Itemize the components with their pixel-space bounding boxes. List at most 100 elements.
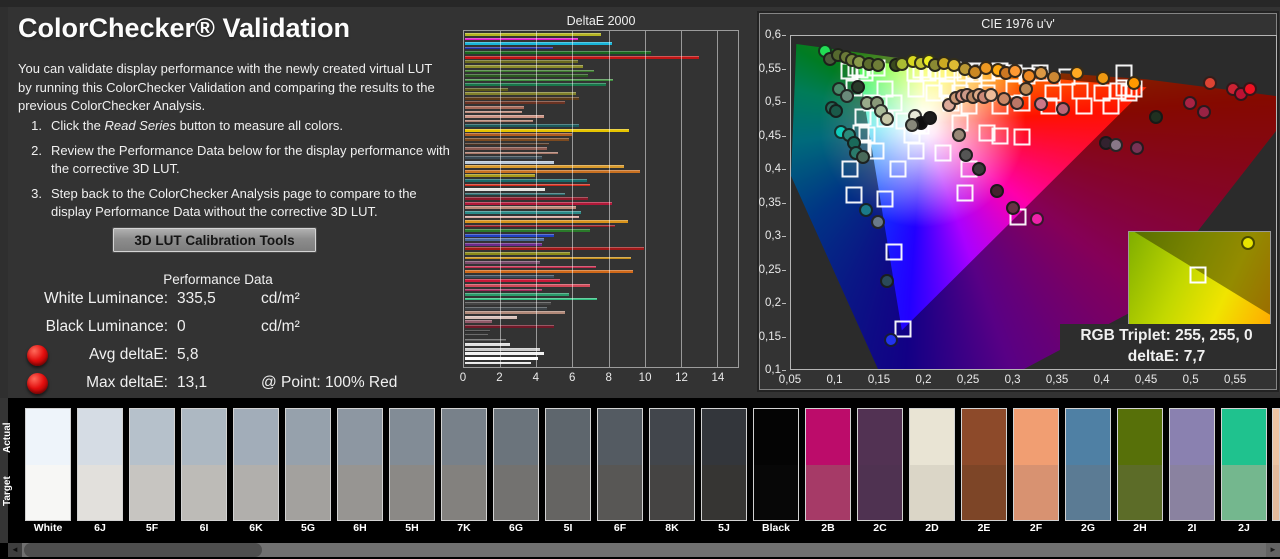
deltae-bar (465, 87, 508, 91)
scrollbar-thumb[interactable] (24, 543, 262, 557)
strip-scrollbar-track[interactable]: ◄ ► (8, 543, 1280, 557)
patch-actual-swatch (390, 409, 434, 465)
color-patch-White[interactable] (25, 408, 71, 521)
color-patch-2D[interactable] (909, 408, 955, 521)
scroll-right-arrow[interactable]: ► (1266, 543, 1280, 557)
deltae-x-tick-label: 8 (605, 372, 612, 384)
color-patch-2F[interactable] (1013, 408, 1059, 521)
color-patch-partial[interactable] (1272, 408, 1280, 521)
color-patch-8K[interactable] (649, 408, 695, 521)
patch-actual-swatch (182, 409, 226, 465)
patch-target-swatch (1118, 464, 1162, 520)
cie-measured-dot (855, 150, 870, 165)
cie-x-tick-label: 0,2 (915, 374, 932, 386)
deltae-bar (465, 325, 555, 328)
deltae-x-tick-label: 0 (459, 372, 467, 384)
color-patch-2I[interactable] (1169, 408, 1215, 521)
patch-target-swatch (182, 464, 226, 520)
cie-measured-dot (879, 274, 894, 289)
patch-target-swatch (234, 464, 278, 520)
patch-target-swatch (286, 464, 330, 520)
color-patch-2C[interactable] (857, 408, 903, 521)
color-patch-6I[interactable] (181, 408, 227, 521)
color-patch-6F[interactable] (597, 408, 643, 521)
cie-y-tick-mark (782, 336, 786, 338)
deltae-bar (465, 229, 591, 232)
deltae-bar (465, 356, 539, 360)
white-luminance-value: 335,5 (177, 290, 216, 307)
color-patch-5H[interactable] (389, 408, 435, 521)
page-title: ColorChecker® Validation (18, 13, 350, 43)
color-patch-2G[interactable] (1065, 408, 1111, 521)
deltae-bar (465, 206, 576, 210)
color-patch-2H[interactable] (1117, 408, 1163, 521)
lut-calibration-tools-button[interactable]: 3D LUT Calibration Tools (112, 227, 317, 253)
deltae-bar (465, 46, 553, 50)
patch-label: 6I (199, 522, 209, 534)
step-2-number: 2. (31, 142, 42, 158)
cie-measured-dot (923, 110, 938, 125)
color-patch-6H[interactable] (337, 408, 383, 521)
color-patch-5I[interactable] (545, 408, 591, 521)
deltae-x-tick-label: 2 (496, 372, 503, 384)
color-patch-2E[interactable] (961, 408, 1007, 521)
cie-measured-dot (851, 79, 866, 94)
color-patch-5G[interactable] (285, 408, 331, 521)
color-patch-6G[interactable] (493, 408, 539, 521)
deltae-bar (465, 115, 544, 118)
cie-target-square (885, 243, 903, 261)
cie-y-tick-label: 0,25 (758, 263, 781, 276)
patch-actual-swatch (1014, 409, 1058, 465)
cie-measured-dot (1127, 75, 1142, 90)
cie-zoom-inset (1128, 231, 1271, 327)
color-patch-6J[interactable] (77, 408, 123, 521)
deltae-bar (465, 169, 641, 173)
deltae-gridline (536, 31, 538, 367)
cie-measured-dot (1096, 70, 1111, 85)
deltae-bar (465, 124, 580, 128)
patch-label: 5I (563, 522, 573, 534)
patch-target-swatch (130, 464, 174, 520)
scroll-left-arrow[interactable]: ◄ (8, 543, 22, 557)
patch-actual-swatch (286, 409, 330, 465)
color-patch-5F[interactable] (129, 408, 175, 521)
patch-actual-swatch (234, 409, 278, 465)
cie-y-tick-mark (782, 102, 786, 103)
intro-text: You can validate display performance wit… (18, 61, 435, 113)
patch-label: 2G (1080, 522, 1095, 534)
performance-data-heading: Performance Data (163, 272, 273, 287)
avg-deltae-label: Avg deltaE: (89, 346, 168, 363)
color-patch-2J[interactable] (1221, 408, 1267, 521)
cie-measured-dot (870, 58, 885, 73)
color-patch-5J[interactable] (701, 408, 747, 521)
cie-x-tick-label: 0,15 (867, 374, 891, 386)
cie-measured-dot (989, 183, 1004, 198)
patch-label: 6G (508, 522, 523, 534)
deltae-bar (465, 137, 569, 141)
deltae-bar (465, 64, 583, 68)
deltae-bar (465, 37, 578, 41)
color-patch-6K[interactable] (233, 408, 279, 521)
patch-label: 2D (925, 522, 939, 534)
color-patch-2B[interactable] (805, 408, 851, 521)
patch-label: 5F (145, 522, 159, 534)
inset-measured-dot (1241, 236, 1256, 251)
cie-measured-dot (1109, 137, 1124, 152)
cie-measured-dot (996, 91, 1011, 106)
rgb-triplet-text: RGB Triplet: 255, 255, 0 (1080, 327, 1253, 344)
patch-actual-swatch (1066, 409, 1110, 465)
deltae-bar (465, 279, 560, 283)
deltae-bar (465, 247, 644, 251)
color-patch-7K[interactable] (441, 408, 487, 521)
white-luminance-unit: cd/m² (261, 290, 300, 307)
color-patch-Black[interactable] (753, 408, 799, 521)
patch-label: White (33, 522, 63, 534)
patch-target-swatch (494, 464, 538, 520)
target-row-label: Target (2, 476, 13, 507)
patch-actual-swatch (130, 409, 174, 465)
patch-target-swatch (650, 464, 694, 520)
patch-target-swatch (962, 464, 1006, 520)
deltae-bar (465, 306, 548, 310)
cie-measured-dot (1029, 212, 1044, 227)
cie-measured-dot (1034, 65, 1049, 80)
